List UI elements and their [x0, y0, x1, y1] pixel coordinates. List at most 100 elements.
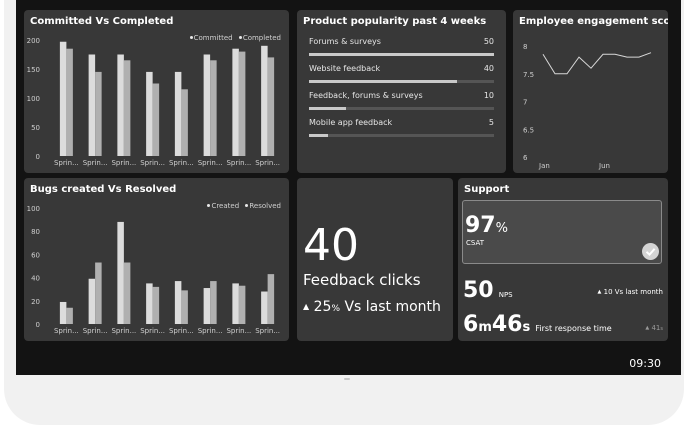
bar-completed — [95, 71, 102, 156]
clock: 09:30 — [629, 357, 661, 370]
x-tick-label: Sprin... — [54, 159, 79, 167]
time-change-unit: s — [660, 326, 663, 332]
csat-label: CSAT — [466, 239, 484, 247]
nps-label: NPS — [498, 291, 513, 299]
x-tick-label: Sprin... — [226, 327, 251, 335]
x-tick-label: Sprin... — [83, 159, 108, 167]
popularity-bar-track — [309, 107, 494, 110]
time-change: ▲ 41s — [645, 324, 663, 332]
product-popularity-panel: Product popularity past 4 weeks Forums &… — [297, 10, 506, 173]
bar-completed — [238, 51, 246, 156]
nps-row: 50 NPS ▲ 10 Vs last month — [463, 278, 663, 303]
engagement-line-chart: 6 6.5 7 7.5 8 Jan Jun — [523, 43, 652, 170]
popularity-row: Website feedback 40 — [309, 64, 494, 83]
bugs-chart: 020406080100Sprin... Sprin... Sprin... Spri… — [27, 205, 280, 335]
y-tick-label: 100 — [27, 95, 40, 103]
bar-committed — [232, 48, 239, 157]
popularity-bar-track — [309, 80, 494, 83]
popularity-value: 50 — [483, 37, 494, 46]
bar-completed — [210, 60, 217, 156]
bar-committed — [146, 71, 153, 156]
x-tick-label: Sprin... — [198, 327, 223, 335]
popularity-row: Forums & surveys 50 — [309, 37, 494, 56]
bugs-panel: Bugs created Vs Resolved Created Resolve… — [24, 178, 289, 341]
bar-resolved — [123, 262, 131, 324]
csat-unit: % — [495, 221, 508, 236]
bar-committed — [174, 71, 182, 156]
bar-resolved — [152, 286, 160, 324]
nps-change: ▲ 10 Vs last month — [598, 288, 663, 296]
bar-created — [232, 283, 239, 324]
y-tick-label: 150 — [27, 66, 40, 74]
popularity-bar-fill — [309, 107, 346, 110]
x-tick-label: Sprin... — [255, 159, 280, 167]
panel-title: Product popularity past 4 weeks — [303, 16, 487, 27]
time-seconds: 46 — [491, 312, 523, 337]
bar-completed — [152, 83, 160, 156]
bar-resolved — [210, 281, 217, 324]
bar-committed — [88, 54, 96, 156]
popularity-bar-fill — [309, 80, 457, 83]
change-unit: % — [331, 304, 340, 314]
popularity-bar-track — [309, 134, 494, 137]
committed-completed-panel: Committed Vs Completed Committed Complet… — [24, 10, 289, 173]
y-tick-label: 40 — [31, 275, 40, 283]
popularity-row: Feedback, forums & surveys 10 — [309, 91, 494, 110]
popularity-value: 40 — [483, 64, 494, 73]
csat-number: 97 — [465, 213, 496, 238]
monitor-frame: Committed Vs Completed Committed Complet… — [4, 0, 684, 425]
y-tick-label: 8 — [523, 43, 527, 51]
popularity-bar-fill — [309, 53, 494, 56]
popularity-value: 5 — [488, 118, 494, 127]
bar-resolved — [66, 307, 73, 324]
popularity-bar-fill — [309, 134, 328, 137]
x-tick-label: Jan — [538, 162, 550, 170]
x-tick-label: Sprin... — [140, 327, 165, 335]
bar-created — [59, 301, 67, 324]
nps-value: 50 — [463, 278, 494, 303]
feedback-clicks-panel: 40 Feedback clicks ▲ 25% Vs last month — [297, 178, 453, 341]
time-minutes: 6 — [463, 312, 479, 337]
y-tick-label: 0 — [36, 153, 40, 161]
engagement-series-line — [542, 52, 652, 75]
bar-resolved — [267, 274, 275, 324]
feedback-number: 40 — [303, 220, 359, 271]
bar-resolved — [181, 290, 188, 324]
x-tick-label: Jun — [598, 162, 610, 170]
y-tick-label: 6 — [523, 154, 528, 162]
x-tick-label: Sprin... — [169, 159, 194, 167]
x-tick-label: Sprin... — [198, 159, 223, 167]
popularity-label: Feedback, forums & surveys — [309, 91, 423, 100]
bar-committed — [261, 45, 268, 156]
time-label: First response time — [535, 324, 612, 333]
popularity-label: Mobile app feedback — [309, 118, 393, 127]
bar-completed — [267, 57, 275, 156]
triangle-up-icon: ▲ — [303, 302, 310, 311]
x-tick-label: Sprin... — [226, 159, 251, 167]
employee-engagement-panel: Employee engagement score 6 6.5 7 7.5 8 Jan Ju… — [513, 10, 668, 173]
response-time-row: 6m46s First response time ▲ 41s — [463, 312, 663, 337]
x-tick-label: Sprin... — [169, 327, 194, 335]
y-tick-label: 7 — [523, 99, 527, 107]
bar-created — [203, 288, 211, 324]
committed-completed-chart: 050100150200Sprin... Sprin... Sprin... Spri… — [27, 37, 280, 167]
bar-completed — [66, 48, 73, 157]
check-circle-icon — [642, 243, 659, 260]
bar-completed — [123, 60, 131, 156]
bar-resolved — [95, 262, 102, 324]
x-tick-label: Sprin... — [140, 159, 165, 167]
support-panel: Support 97% CSAT 50 NPS ▲ 10 Vs last mon… — [458, 178, 668, 341]
popularity-label: Forums & surveys — [309, 37, 381, 46]
y-tick-label: 0 — [36, 321, 40, 329]
popularity-row: Mobile app feedback 5 — [309, 118, 494, 137]
time-seconds-unit: s — [522, 320, 531, 335]
x-tick-label: Sprin... — [111, 327, 136, 335]
triangle-up-icon: ▲ — [597, 289, 602, 295]
bar-committed — [59, 41, 67, 156]
panel-title: Support — [464, 184, 510, 195]
y-tick-label: 80 — [31, 228, 40, 236]
y-tick-label: 7.5 — [523, 71, 534, 79]
feedback-label: Feedback clicks — [303, 271, 421, 289]
popularity-bar-track — [309, 53, 494, 56]
popularity-label: Website feedback — [309, 64, 381, 73]
